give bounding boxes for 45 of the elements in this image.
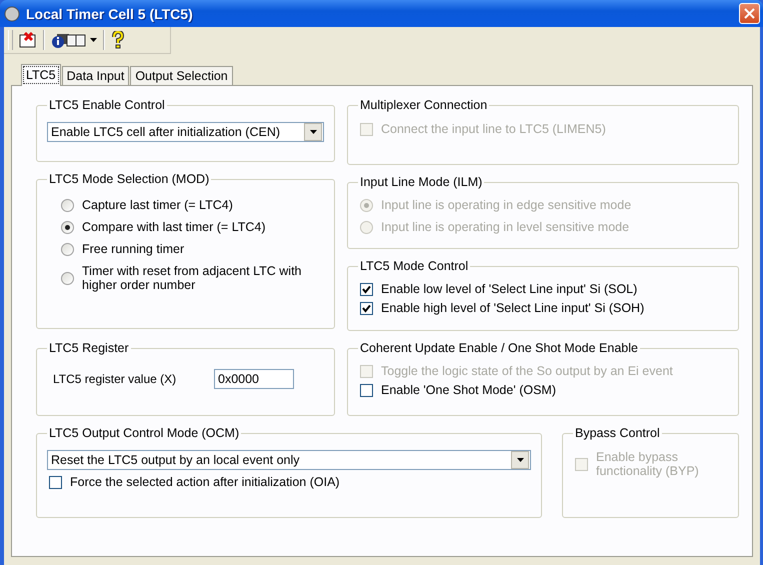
- checkbox-label: Enable low level of 'Select Line input' Si (SOL): [381, 282, 638, 296]
- window-title: Local Timer Cell 5 (LTC5): [26, 6, 194, 22]
- caret-icon: [310, 130, 316, 134]
- checkbox-label: Force the selected action after initialization (OIA): [70, 475, 340, 489]
- radio-label: Free running timer: [82, 242, 184, 256]
- dropdown[interactable]: Reset the LTC5 output by an local event only: [47, 450, 531, 470]
- checkbox-label: Enable bypass functionality (BYP): [596, 450, 700, 478]
- register-label: LTC5 register value (X): [53, 372, 176, 386]
- tab[interactable]: Output Selection: [130, 66, 233, 85]
- dropdown[interactable]: Enable LTC5 cell after initialization (CEN): [47, 122, 324, 142]
- group-title: Multiplexer Connection: [359, 98, 488, 112]
- caret-icon: [90, 38, 97, 42]
- checkbox[interactable]: [360, 282, 373, 296]
- group-title: Coherent Update Enable / One Shot Mode Enable: [359, 341, 639, 355]
- tab[interactable]: Data Input: [62, 66, 130, 85]
- close-icon: [744, 8, 755, 19]
- checkbox[interactable]: [360, 384, 373, 396]
- tab[interactable]: LTC5: [21, 64, 61, 86]
- radio-label: Compare with last timer (= LTC4): [82, 220, 266, 234]
- checkbox-label: Enable high level of 'Select Line input' Si (SOH): [381, 301, 644, 315]
- close-button[interactable]: [739, 3, 760, 24]
- group-title: Input Line Mode (ILM): [359, 175, 484, 189]
- radio-label: Input line is operating in level sensitive mode: [381, 220, 630, 234]
- radio-label: Timer with reset from adjacent LTC with higher order number: [82, 264, 303, 292]
- group-title: LTC5 Enable Control: [48, 98, 166, 112]
- caret-icon: [516, 458, 524, 462]
- radio-label: Input line is operating in edge sensitive mode: [381, 198, 632, 212]
- radio-button[interactable]: [61, 272, 74, 284]
- checkbox-label: Toggle the logic state of the So output by an Ei event: [381, 364, 673, 378]
- checkbox[interactable]: [360, 302, 373, 314]
- checkbox-label: Connect the input line to LTC5 (LIMEN5): [381, 122, 606, 136]
- help-button[interactable]: [109, 29, 127, 51]
- checkbox[interactable]: [49, 476, 62, 488]
- radio-label: Capture last timer (= LTC4): [82, 198, 233, 212]
- radio-button[interactable]: [61, 242, 74, 256]
- checkbox-label: Enable 'One Shot Mode' (OSM): [381, 383, 556, 397]
- group-title: LTC5 Mode Selection (MOD): [48, 172, 210, 186]
- group-title: LTC5 Mode Control: [359, 259, 470, 273]
- radio-button[interactable]: [61, 220, 74, 234]
- group-title: LTC5 Register: [48, 341, 130, 355]
- app-icon: [4, 6, 20, 22]
- register-value-field[interactable]: 0x0000: [214, 369, 294, 389]
- group-title: LTC5 Output Control Mode (OCM): [48, 426, 240, 440]
- group-title: Bypass Control: [574, 426, 661, 440]
- radio-button[interactable]: [61, 198, 74, 212]
